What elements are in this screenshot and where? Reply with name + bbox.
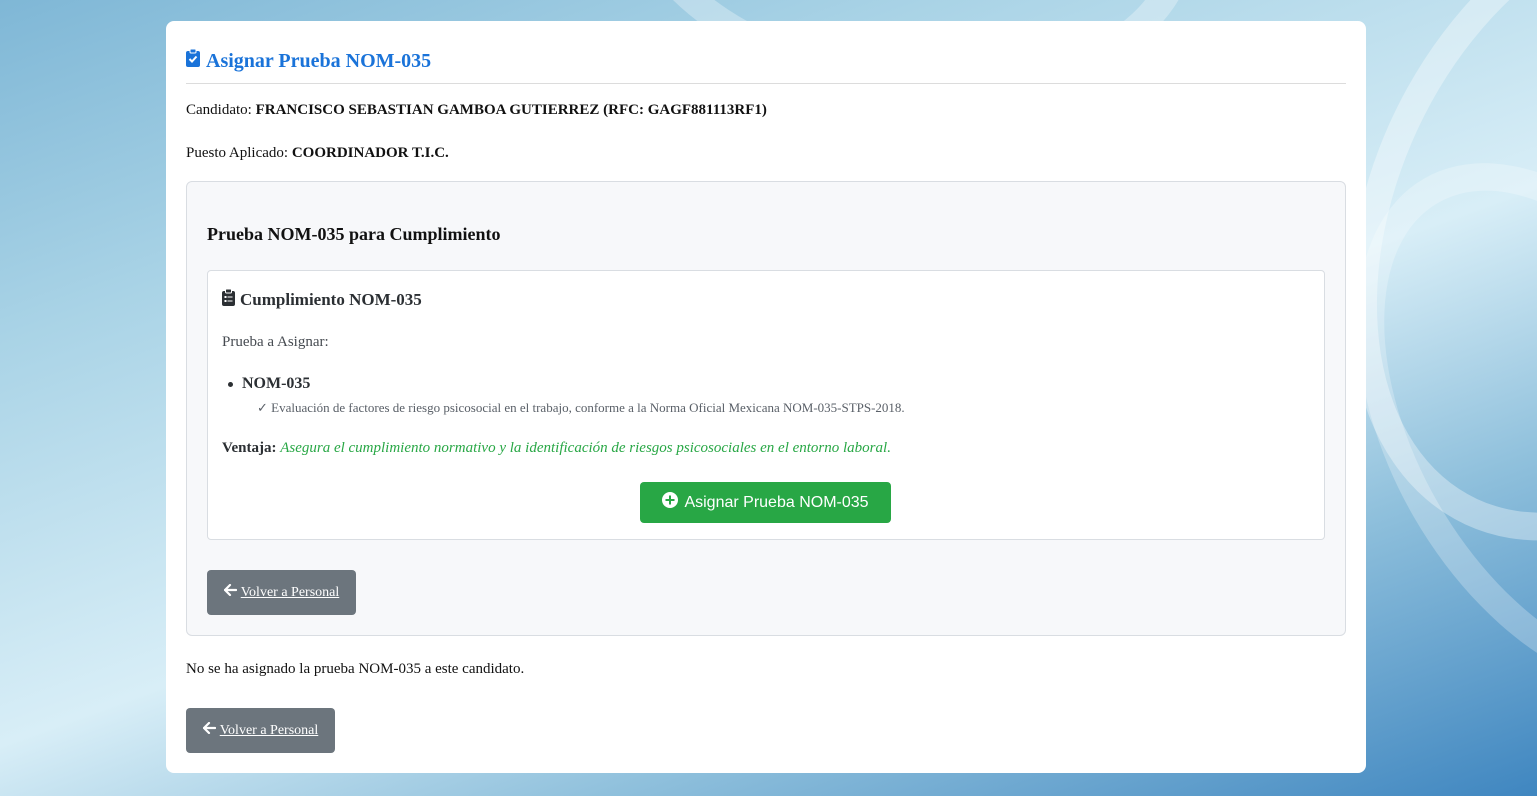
main-card: Asignar Prueba NOM-035 Candidato: FRANCI… <box>166 21 1366 773</box>
assign-test-button[interactable]: Asignar Prueba NOM-035 <box>640 482 891 523</box>
test-list-item: NOM-035 <box>228 375 310 393</box>
nom035-panel: Prueba NOM-035 para Cumplimiento Cumplim… <box>186 181 1346 636</box>
advantage-text: Asegura el cumplimiento normativo y la i… <box>280 440 891 456</box>
test-name: NOM-035 <box>242 375 311 392</box>
title-divider <box>186 83 1346 84</box>
candidate-label: Candidato: <box>186 102 252 118</box>
clipboard-check-icon <box>186 48 200 73</box>
arrow-left-icon <box>223 583 237 601</box>
position-value: COORDINADOR T.I.C. <box>291 145 449 161</box>
footer-back-to-staff-label: Volver a Personal <box>219 722 319 738</box>
compliance-card-title: Cumplimiento NOM-035 <box>222 288 422 311</box>
assign-test-button-label: Asignar Prueba NOM-035 <box>684 493 869 511</box>
compliance-card: Cumplimiento NOM-035 Prueba a Asignar: N… <box>207 270 1325 540</box>
advantage-line: Ventaja: Asegura el cumplimiento normati… <box>222 440 891 457</box>
advantage-label: Ventaja: <box>222 440 277 456</box>
candidate-value: FRANCISCO SEBASTIAN GAMBOA GUTIERREZ (RF… <box>255 102 767 118</box>
position-label: Puesto Aplicado: <box>186 145 289 161</box>
assign-prompt: Prueba a Asignar: <box>222 334 329 350</box>
page-title: Asignar Prueba NOM-035 <box>186 46 1346 76</box>
status-message: No se ha asignado la prueba NOM-035 a es… <box>186 661 525 677</box>
test-description: ✓ Evaluación de factores de riesgo psico… <box>257 400 905 415</box>
page-title-text: Asignar Prueba NOM-035 <box>206 49 432 72</box>
bullet-icon <box>228 381 233 387</box>
compliance-card-title-text: Cumplimiento NOM-035 <box>240 290 422 309</box>
plus-circle-icon <box>662 492 679 513</box>
footer-back-to-staff-button[interactable]: Volver a Personal <box>186 708 335 753</box>
arrow-left-icon <box>202 721 216 739</box>
panel-heading: Prueba NOM-035 para Cumplimiento <box>207 224 501 244</box>
back-to-staff-label: Volver a Personal <box>240 584 340 600</box>
clipboard-list-icon <box>222 288 235 311</box>
back-to-staff-button[interactable]: Volver a Personal <box>207 570 356 615</box>
position-line: Puesto Aplicado: COORDINADOR T.I.C. <box>186 145 449 162</box>
candidate-line: Candidato: FRANCISCO SEBASTIAN GAMBOA GU… <box>186 102 767 119</box>
